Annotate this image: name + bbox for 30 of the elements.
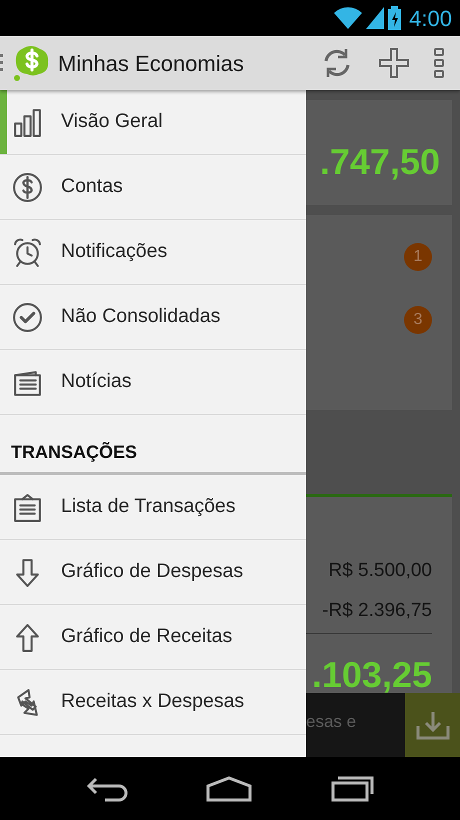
app-title: Minhas Economias [58, 50, 244, 78]
wifi-icon [334, 7, 362, 29]
summary-amount: R$ 5.500,00 [328, 560, 432, 581]
bar-chart-icon [12, 106, 43, 138]
total-amount: .103,25 [312, 654, 432, 695]
count-badge: 1 [404, 243, 432, 271]
download-button[interactable] [405, 693, 460, 757]
dollar-circle-icon [12, 172, 43, 202]
section-header: TRANSAÇÕES [11, 441, 138, 464]
drawer-item[interactable]: Notícias [0, 350, 306, 415]
clock-time: 4:00 [409, 4, 452, 32]
check-circle-icon [12, 302, 43, 332]
summary-amount: -R$ 2.396,75 [322, 600, 432, 621]
balance-amount: .747,50 [320, 141, 440, 182]
banner-text: esas e [306, 712, 356, 731]
signal-icon [366, 7, 384, 29]
battery-charging-icon [388, 6, 402, 30]
alarm-clock-icon [12, 236, 43, 268]
home-icon[interactable] [204, 776, 253, 802]
add-icon[interactable] [378, 47, 410, 79]
count-badge: 3 [404, 306, 432, 334]
app-logo-icon[interactable] [12, 44, 50, 82]
overflow-menu-icon[interactable] [434, 47, 444, 79]
drawer-item[interactable]: Lista de Transações [0, 475, 306, 540]
clipboard-icon [12, 492, 43, 522]
drawer-indicator-icon[interactable] [0, 52, 4, 74]
drawer-item[interactable]: Visão Geral [0, 90, 306, 155]
drawer-item[interactable]: Contas [0, 155, 306, 220]
download-icon [416, 710, 450, 740]
back-icon[interactable] [86, 776, 130, 802]
